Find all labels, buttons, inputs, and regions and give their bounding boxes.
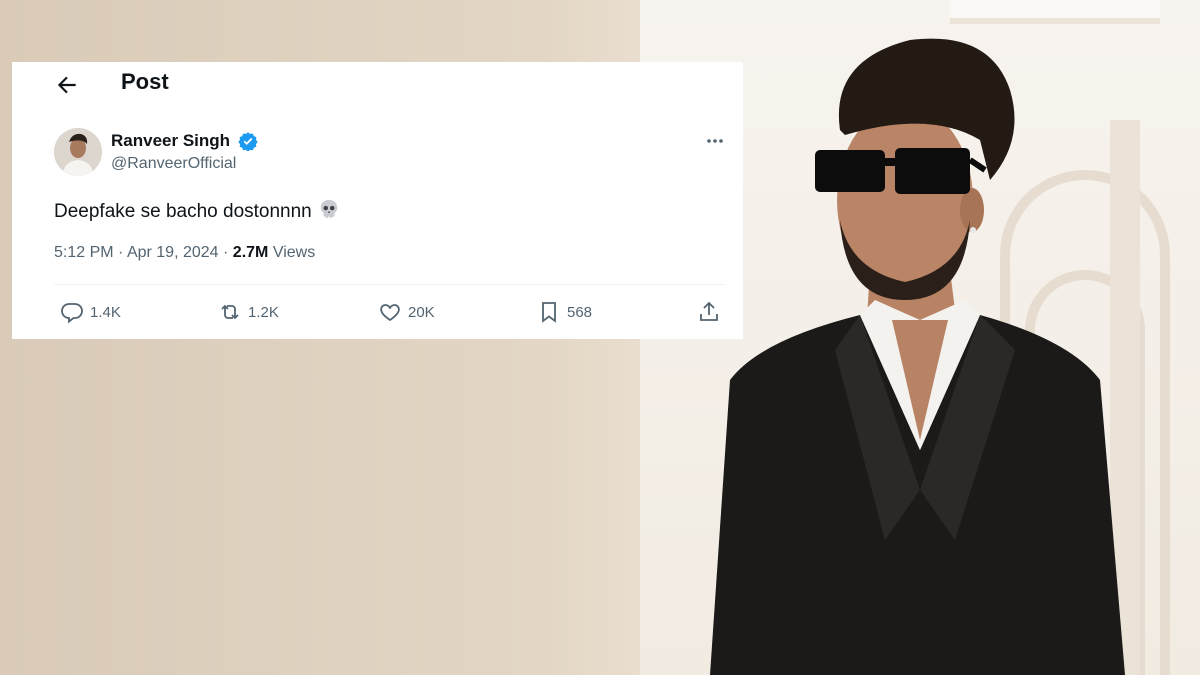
like-button[interactable]: 20K [378,300,435,324]
author-handle[interactable]: @RanveerOfficial [111,155,236,173]
tweet-meta: 5:12 PM · Apr 19, 2024 · 2.7M Views [54,244,315,262]
tweet-text: Deepfake se bacho dostonnnn [54,198,340,223]
more-icon[interactable] [705,134,725,148]
tweet-time[interactable]: 5:12 PM [54,244,114,261]
reply-button[interactable]: 1.4K [60,300,121,324]
meta-separator: · [118,244,124,261]
verified-badge-icon [238,132,258,151]
repost-icon [221,304,239,320]
tweet-date[interactable]: Apr 19, 2024 [127,244,219,261]
like-count: 20K [408,303,435,321]
bookmark-count: 568 [567,303,593,321]
meta-separator: · [223,244,229,261]
repost-count: 1.2K [248,303,279,321]
share-icon [700,301,718,321]
page-title: Post [121,69,169,94]
bookmark-icon [542,302,556,323]
share-button[interactable] [697,300,721,324]
views-count: 2.7M [232,244,269,261]
skull-emoji-icon [320,199,338,219]
divider [54,284,726,285]
avatar[interactable] [54,128,102,176]
tweet-body: Deepfake se bacho dostonnnn [54,201,312,222]
author-name[interactable]: Ranveer Singh [111,131,230,151]
avatar-image [54,128,102,176]
repost-button[interactable]: 1.2K [218,300,279,324]
reply-count: 1.4K [90,303,121,321]
reply-icon [61,303,83,324]
back-arrow-icon[interactable] [54,72,80,98]
views-label: Views [272,244,316,261]
like-icon [380,304,400,322]
bookmark-button[interactable]: 568 [537,300,592,324]
